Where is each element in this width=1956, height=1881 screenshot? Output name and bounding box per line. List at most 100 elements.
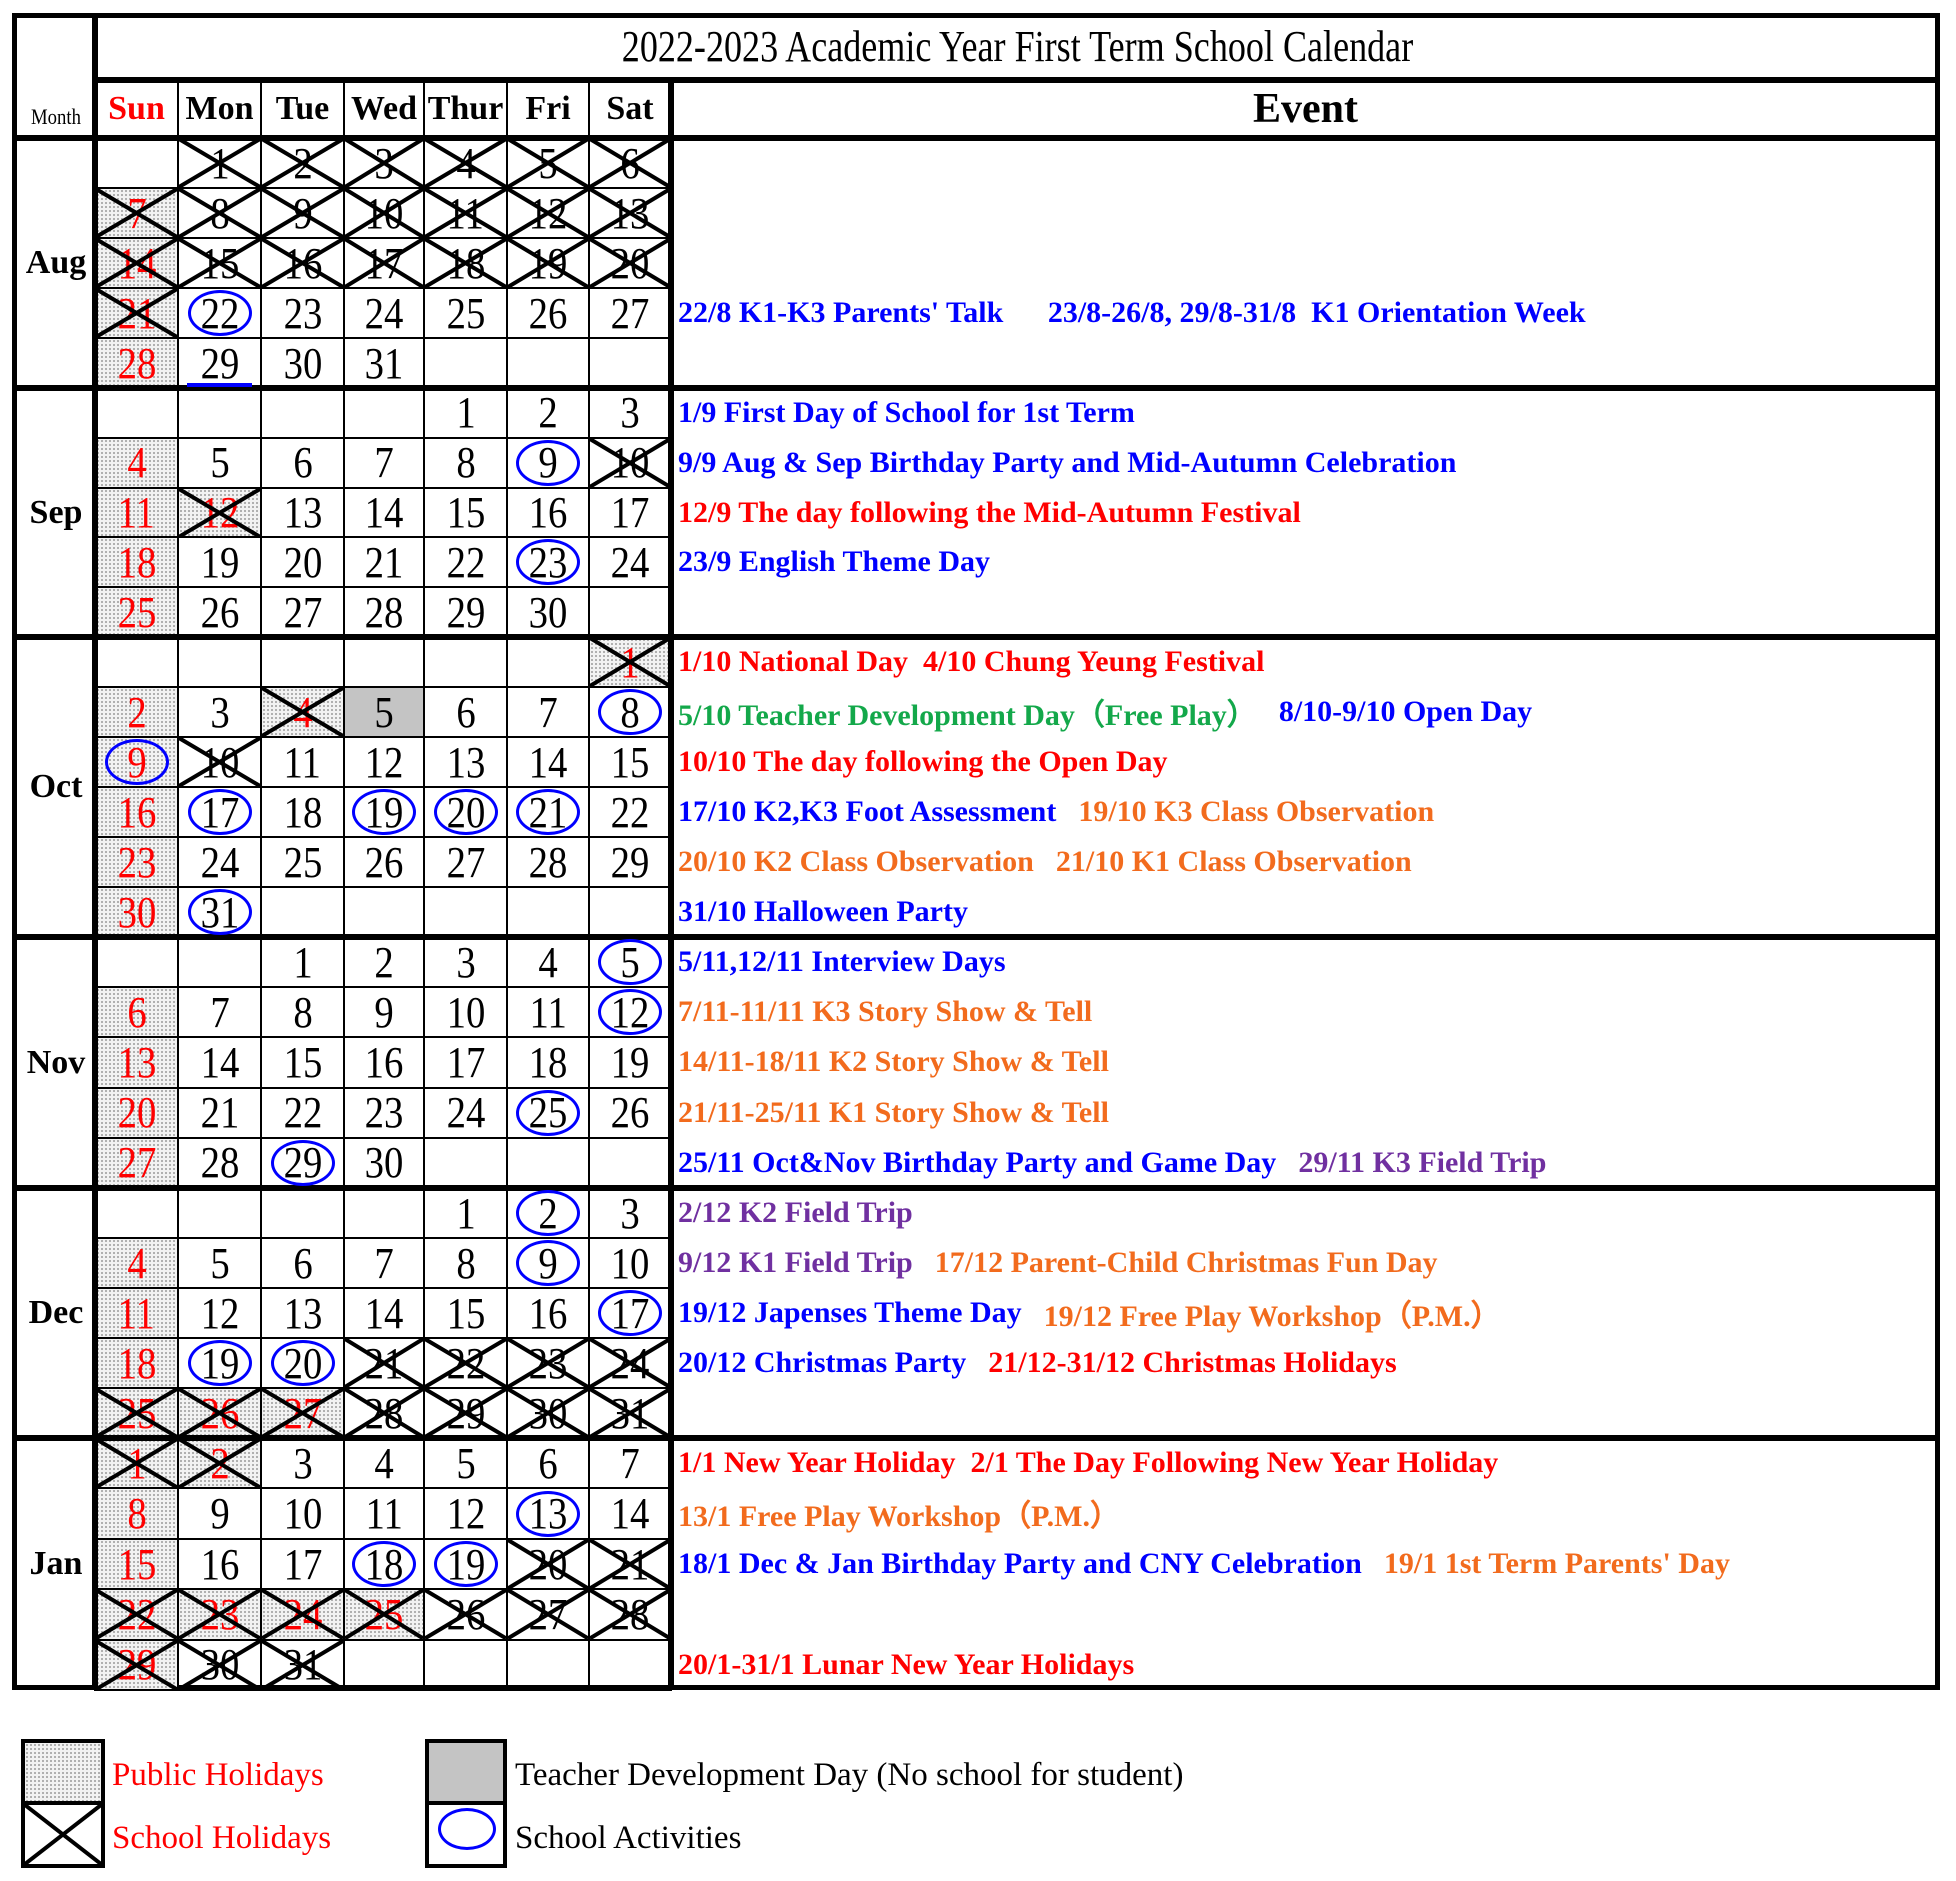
day-number: 18 — [117, 1338, 156, 1388]
day-cell: 6 — [94, 986, 179, 1039]
day-number: 11 — [283, 737, 322, 787]
school-holiday-cross-icon — [425, 139, 506, 187]
day-number: 27 — [117, 1138, 156, 1188]
school-activity-circle-icon — [433, 789, 498, 835]
event-row: 21/11-25/11 K1 Story Show & Tell — [678, 1088, 1131, 1138]
day-number: 30 — [283, 338, 322, 388]
weekday-divider — [588, 80, 590, 138]
day-number: 10 — [610, 1238, 650, 1288]
day-cell: 7 — [177, 986, 262, 1039]
school-activity-circle-icon — [352, 789, 416, 835]
day-cell: 14 — [343, 1287, 425, 1339]
day-number: 14 — [200, 1037, 239, 1087]
event-row: 22/8 K1-K3 Parents' Talk 23/8-26/8, 29/8… — [678, 288, 1608, 338]
day-cell: 12 — [588, 986, 672, 1039]
day-cell: 24 — [423, 1086, 508, 1139]
day-cell: 26 — [506, 287, 590, 339]
day-number: 28 — [528, 837, 568, 887]
school-holiday-cross-icon — [345, 239, 423, 287]
school-holiday-cross-icon — [425, 189, 506, 237]
day-cell: 27 — [588, 287, 672, 339]
school-holiday-cross-icon — [179, 738, 260, 786]
event-item: 17/10 K2,K3 Foot Assessment — [678, 795, 1057, 828]
day-cell: 13 — [588, 187, 672, 239]
day-cell: 5 — [423, 1437, 508, 1490]
month-label-sep: Sep — [29, 493, 83, 531]
legend-teacher-dev-day: Teacher Development Day (No school for s… — [515, 1756, 1184, 1793]
day-cell: 15 — [423, 1287, 508, 1339]
day-cell: 26 — [177, 586, 262, 638]
day-cell: 16 — [260, 237, 345, 289]
day-number: 19 — [200, 537, 239, 587]
day-number: 2 — [126, 687, 147, 737]
empty-day-cell — [506, 886, 590, 938]
empty-day-cell — [588, 1136, 672, 1189]
event-item: 7/11-11/11 K3 Story Show & Tell — [678, 995, 1093, 1029]
day-cell: 27 — [260, 586, 345, 638]
day-cell: 20 — [506, 1537, 590, 1591]
weekday-mon: Mon — [185, 90, 254, 127]
school-activity-circle-icon — [187, 789, 252, 835]
day-number: 23 — [117, 837, 156, 887]
legend-public-holidays: Public Holidays — [112, 1756, 324, 1793]
event-item: 21/11-25/11 K1 Story Show & Tell — [678, 1095, 1109, 1129]
empty-day-cell — [588, 337, 672, 389]
day-cell: 19 — [177, 1337, 262, 1389]
weekday-thur: Thur — [427, 90, 504, 127]
day-cell: 4 — [94, 1237, 179, 1289]
day-cell: 13 — [506, 1487, 590, 1540]
day-cell: 21 — [94, 287, 179, 339]
day-cell: 2 — [506, 387, 590, 439]
event-item: 13/1 Free Play Workshop（P.M.） — [678, 1500, 1120, 1534]
event-row: 10/10 The day following the Open Day — [678, 737, 1190, 787]
empty-day-cell — [423, 337, 508, 389]
day-cell: 3 — [423, 936, 508, 989]
school-activity-circle-icon — [270, 1139, 335, 1186]
day-cell: 30 — [506, 586, 590, 638]
day-number: 15 — [283, 1037, 322, 1087]
day-cell: 11 — [343, 1487, 425, 1540]
page-title: 2022-2023 Academic Year First Term Schoo… — [621, 22, 1414, 71]
day-number: 7 — [374, 1238, 394, 1288]
event-row: 2/12 K2 Field Trip — [678, 1188, 935, 1238]
day-cell: 9 — [343, 986, 425, 1039]
day-number: 28 — [200, 1138, 239, 1188]
day-cell: 11 — [94, 486, 179, 539]
day-cell: 15 — [260, 1036, 345, 1089]
day-cell: 1 — [177, 137, 262, 189]
day-number: 4 — [126, 1238, 147, 1288]
day-cell: 26 — [588, 1086, 672, 1139]
school-holiday-cross-icon — [590, 1389, 670, 1437]
day-cell: 3 — [588, 1187, 672, 1239]
day-cell: 7 — [343, 1237, 425, 1289]
weekday-divider — [423, 80, 425, 138]
event-row: 7/11-11/11 K3 Story Show & Tell — [678, 987, 1114, 1037]
empty-day-cell — [94, 387, 179, 439]
day-cell: 26 — [423, 1588, 508, 1641]
day-number: 21 — [364, 537, 404, 587]
day-number: 15 — [610, 737, 650, 787]
day-cell: 29 — [423, 586, 508, 638]
day-number: 6 — [455, 687, 476, 737]
day-cell: 25 — [506, 1086, 590, 1139]
day-number: 9 — [209, 1489, 230, 1539]
empty-day-cell — [343, 387, 425, 439]
weekday-divider — [177, 80, 179, 138]
day-cell: 24 — [177, 836, 262, 888]
school-holiday-cross-icon — [96, 189, 177, 237]
day-cell: 8 — [423, 436, 508, 489]
event-row: 23/9 English Theme Day — [678, 537, 1012, 587]
activity-underline — [187, 383, 252, 387]
day-cell: 28 — [588, 1588, 672, 1641]
event-item: 10/10 The day following the Open Day — [678, 745, 1168, 778]
day-number: 5 — [455, 1438, 476, 1488]
day-cell: 11 — [423, 187, 508, 239]
day-number: 20 — [117, 1088, 156, 1138]
day-number: 3 — [620, 388, 640, 438]
weekday-divider — [343, 80, 345, 138]
day-number: 13 — [283, 488, 322, 537]
empty-day-cell — [260, 636, 345, 688]
day-cell: 12 — [177, 1287, 262, 1339]
day-number: 24 — [446, 1088, 485, 1138]
day-number: 26 — [364, 837, 404, 887]
